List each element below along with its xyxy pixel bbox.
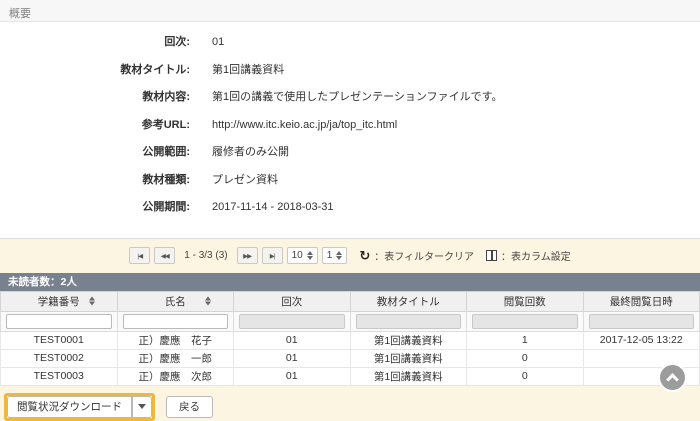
field-label: 公開期間:: [0, 200, 190, 214]
column-header-label: 最終閲覧日時: [610, 296, 673, 308]
page-number-select[interactable]: 1: [322, 247, 348, 264]
column-header-label: 閲覧回数: [504, 296, 546, 308]
field-label: 教材タイトル:: [0, 63, 190, 77]
cell-material-title: 第1回講義資料: [350, 349, 467, 367]
cell-material-title: 第1回講義資料: [350, 331, 467, 349]
column-header-name[interactable]: 氏名: [117, 291, 234, 311]
last-page-button[interactable]: ▶|: [262, 247, 283, 264]
cell-student-id: TEST0003: [1, 367, 118, 385]
page-size-value: 10: [292, 250, 303, 261]
prev-page-button[interactable]: ◀◀: [154, 247, 175, 264]
column-header-label: 回次: [281, 296, 302, 308]
column-header-session: 回次: [234, 291, 351, 311]
download-dropdown-button[interactable]: [132, 396, 152, 418]
field-label: 教材種類:: [0, 173, 190, 187]
cell-view-count: 0: [467, 367, 584, 385]
column-header-label: 学籍番号: [38, 296, 80, 308]
field-value: 第1回の講義で使用したプレゼンテーションファイルです。: [212, 90, 502, 104]
field-value: 2017-11-14 - 2018-03-31: [212, 200, 334, 214]
footer-actions: 閲覧状況ダウンロード 戻る: [0, 386, 700, 421]
filter-input-student-id[interactable]: [6, 314, 112, 329]
filter-input-session: [239, 314, 345, 329]
field-label: 教材内容:: [0, 90, 190, 104]
field-label: 回次:: [0, 35, 190, 49]
filter-row: [1, 311, 700, 331]
page-number-value: 1: [327, 250, 333, 261]
cell-view-count: 0: [467, 349, 584, 367]
cell-session: 01: [234, 331, 351, 349]
header-row: 学籍番号 氏名 回次 教材タイトル 閲覧回数 最終閲覧日時: [1, 291, 700, 311]
stepper-icon: [336, 251, 342, 260]
field-label: 参考URL:: [0, 118, 190, 132]
field-material-type: 教材種類: プレゼン資料: [0, 173, 700, 201]
filter-input-view-count: [472, 314, 578, 329]
cell-last-viewed: 2017-12-05 13:22: [583, 331, 700, 349]
cell-material-title: 第1回講義資料: [350, 367, 467, 385]
column-header-last-viewed: 最終閲覧日時: [583, 291, 700, 311]
chevron-up-icon: [666, 373, 679, 386]
cell-session: 01: [234, 367, 351, 385]
page-size-select[interactable]: 10: [287, 247, 318, 264]
first-page-icon: |◀: [137, 252, 142, 260]
cell-name: 正）慶應 次郎: [117, 367, 234, 385]
table-row[interactable]: TEST0001 正）慶應 花子 01 第1回講義資料 1 2017-12-05…: [1, 331, 700, 349]
cell-name: 正）慶應 一郎: [117, 349, 234, 367]
field-material-title: 教材タイトル: 第1回講義資料: [0, 63, 700, 91]
scroll-to-top-button[interactable]: [658, 363, 687, 392]
chevron-down-icon: [138, 404, 146, 409]
pager: |◀ ◀◀ 1 - 3/3 (3) ▶▶ ▶| 10 1 ↻ ：表フィルタークリ…: [0, 239, 700, 273]
cell-name: 正）慶應 花子: [117, 331, 234, 349]
field-value: 第1回講義資料: [212, 63, 284, 77]
next-page-button[interactable]: ▶▶: [237, 247, 258, 264]
field-publish-period: 公開期間: 2017-11-14 - 2018-03-31: [0, 200, 700, 228]
filter-input-name[interactable]: [123, 314, 229, 329]
unread-count-bar: 未読者数：2人: [0, 273, 700, 291]
column-header-material-title: 教材タイトル: [350, 291, 467, 311]
field-material-content: 教材内容: 第1回の講義で使用したプレゼンテーションファイルです。: [0, 90, 700, 118]
table-row[interactable]: TEST0003 正）慶應 次郎 01 第1回講義資料 0: [1, 367, 700, 385]
field-value: 履修者のみ公開: [212, 145, 289, 159]
column-settings-icon[interactable]: [486, 250, 497, 261]
field-label: 公開範囲:: [0, 145, 190, 159]
annotation-highlight-box: 閲覧状況ダウンロード: [4, 393, 155, 421]
column-header-view-count: 閲覧回数: [467, 291, 584, 311]
filter-clear-label: ：表フィルタークリア: [374, 248, 474, 263]
overview-panel: 概要 回次: 01 教材タイトル: 第1回講義資料 教材内容: 第1回の講義で使…: [0, 0, 700, 239]
last-page-icon: ▶|: [270, 252, 275, 260]
cell-last-viewed: [583, 349, 700, 367]
cell-student-id: TEST0002: [1, 349, 118, 367]
cell-view-count: 1: [467, 331, 584, 349]
field-reference-url: 参考URL: http://www.itc.keio.ac.jp/ja/top_…: [0, 118, 700, 146]
pager-range-text: 1 - 3/3 (3): [184, 250, 227, 261]
field-value: プレゼン資料: [212, 173, 278, 187]
viewing-status-grid: 未読者数：2人 学籍番号 氏名 回次 教材タイトル 閲覧回数: [0, 273, 700, 386]
filter-input-last-viewed: [589, 314, 695, 329]
column-header-label: 氏名: [165, 296, 186, 308]
field-publish-scope: 公開範囲: 履修者のみ公開: [0, 145, 700, 173]
prev-page-icon: ◀◀: [161, 252, 169, 260]
next-page-icon: ▶▶: [243, 252, 251, 260]
column-header-student-id[interactable]: 学籍番号: [1, 291, 118, 311]
panel-title: 概要: [0, 0, 700, 22]
field-value: 01: [212, 35, 224, 49]
sort-icon[interactable]: [205, 297, 211, 306]
stepper-icon: [307, 251, 313, 260]
overview-fields: 回次: 01 教材タイトル: 第1回講義資料 教材内容: 第1回の講義で使用した…: [0, 22, 700, 238]
cell-student-id: TEST0001: [1, 331, 118, 349]
sort-icon[interactable]: [89, 297, 95, 306]
cell-session: 01: [234, 349, 351, 367]
first-page-button[interactable]: |◀: [129, 247, 150, 264]
column-header-label: 教材タイトル: [377, 296, 440, 308]
back-button[interactable]: 戻る: [166, 396, 213, 418]
filter-input-material-title: [356, 314, 462, 329]
download-viewing-status-button[interactable]: 閲覧状況ダウンロード: [7, 396, 132, 418]
field-value: http://www.itc.keio.ac.jp/ja/top_itc.htm…: [212, 118, 397, 132]
column-settings-label: ：表カラム設定: [501, 248, 571, 263]
table-row[interactable]: TEST0002 正）慶應 一郎 01 第1回講義資料 0: [1, 349, 700, 367]
filter-clear-icon[interactable]: ↻: [359, 249, 370, 262]
field-kaiji: 回次: 01: [0, 35, 700, 63]
